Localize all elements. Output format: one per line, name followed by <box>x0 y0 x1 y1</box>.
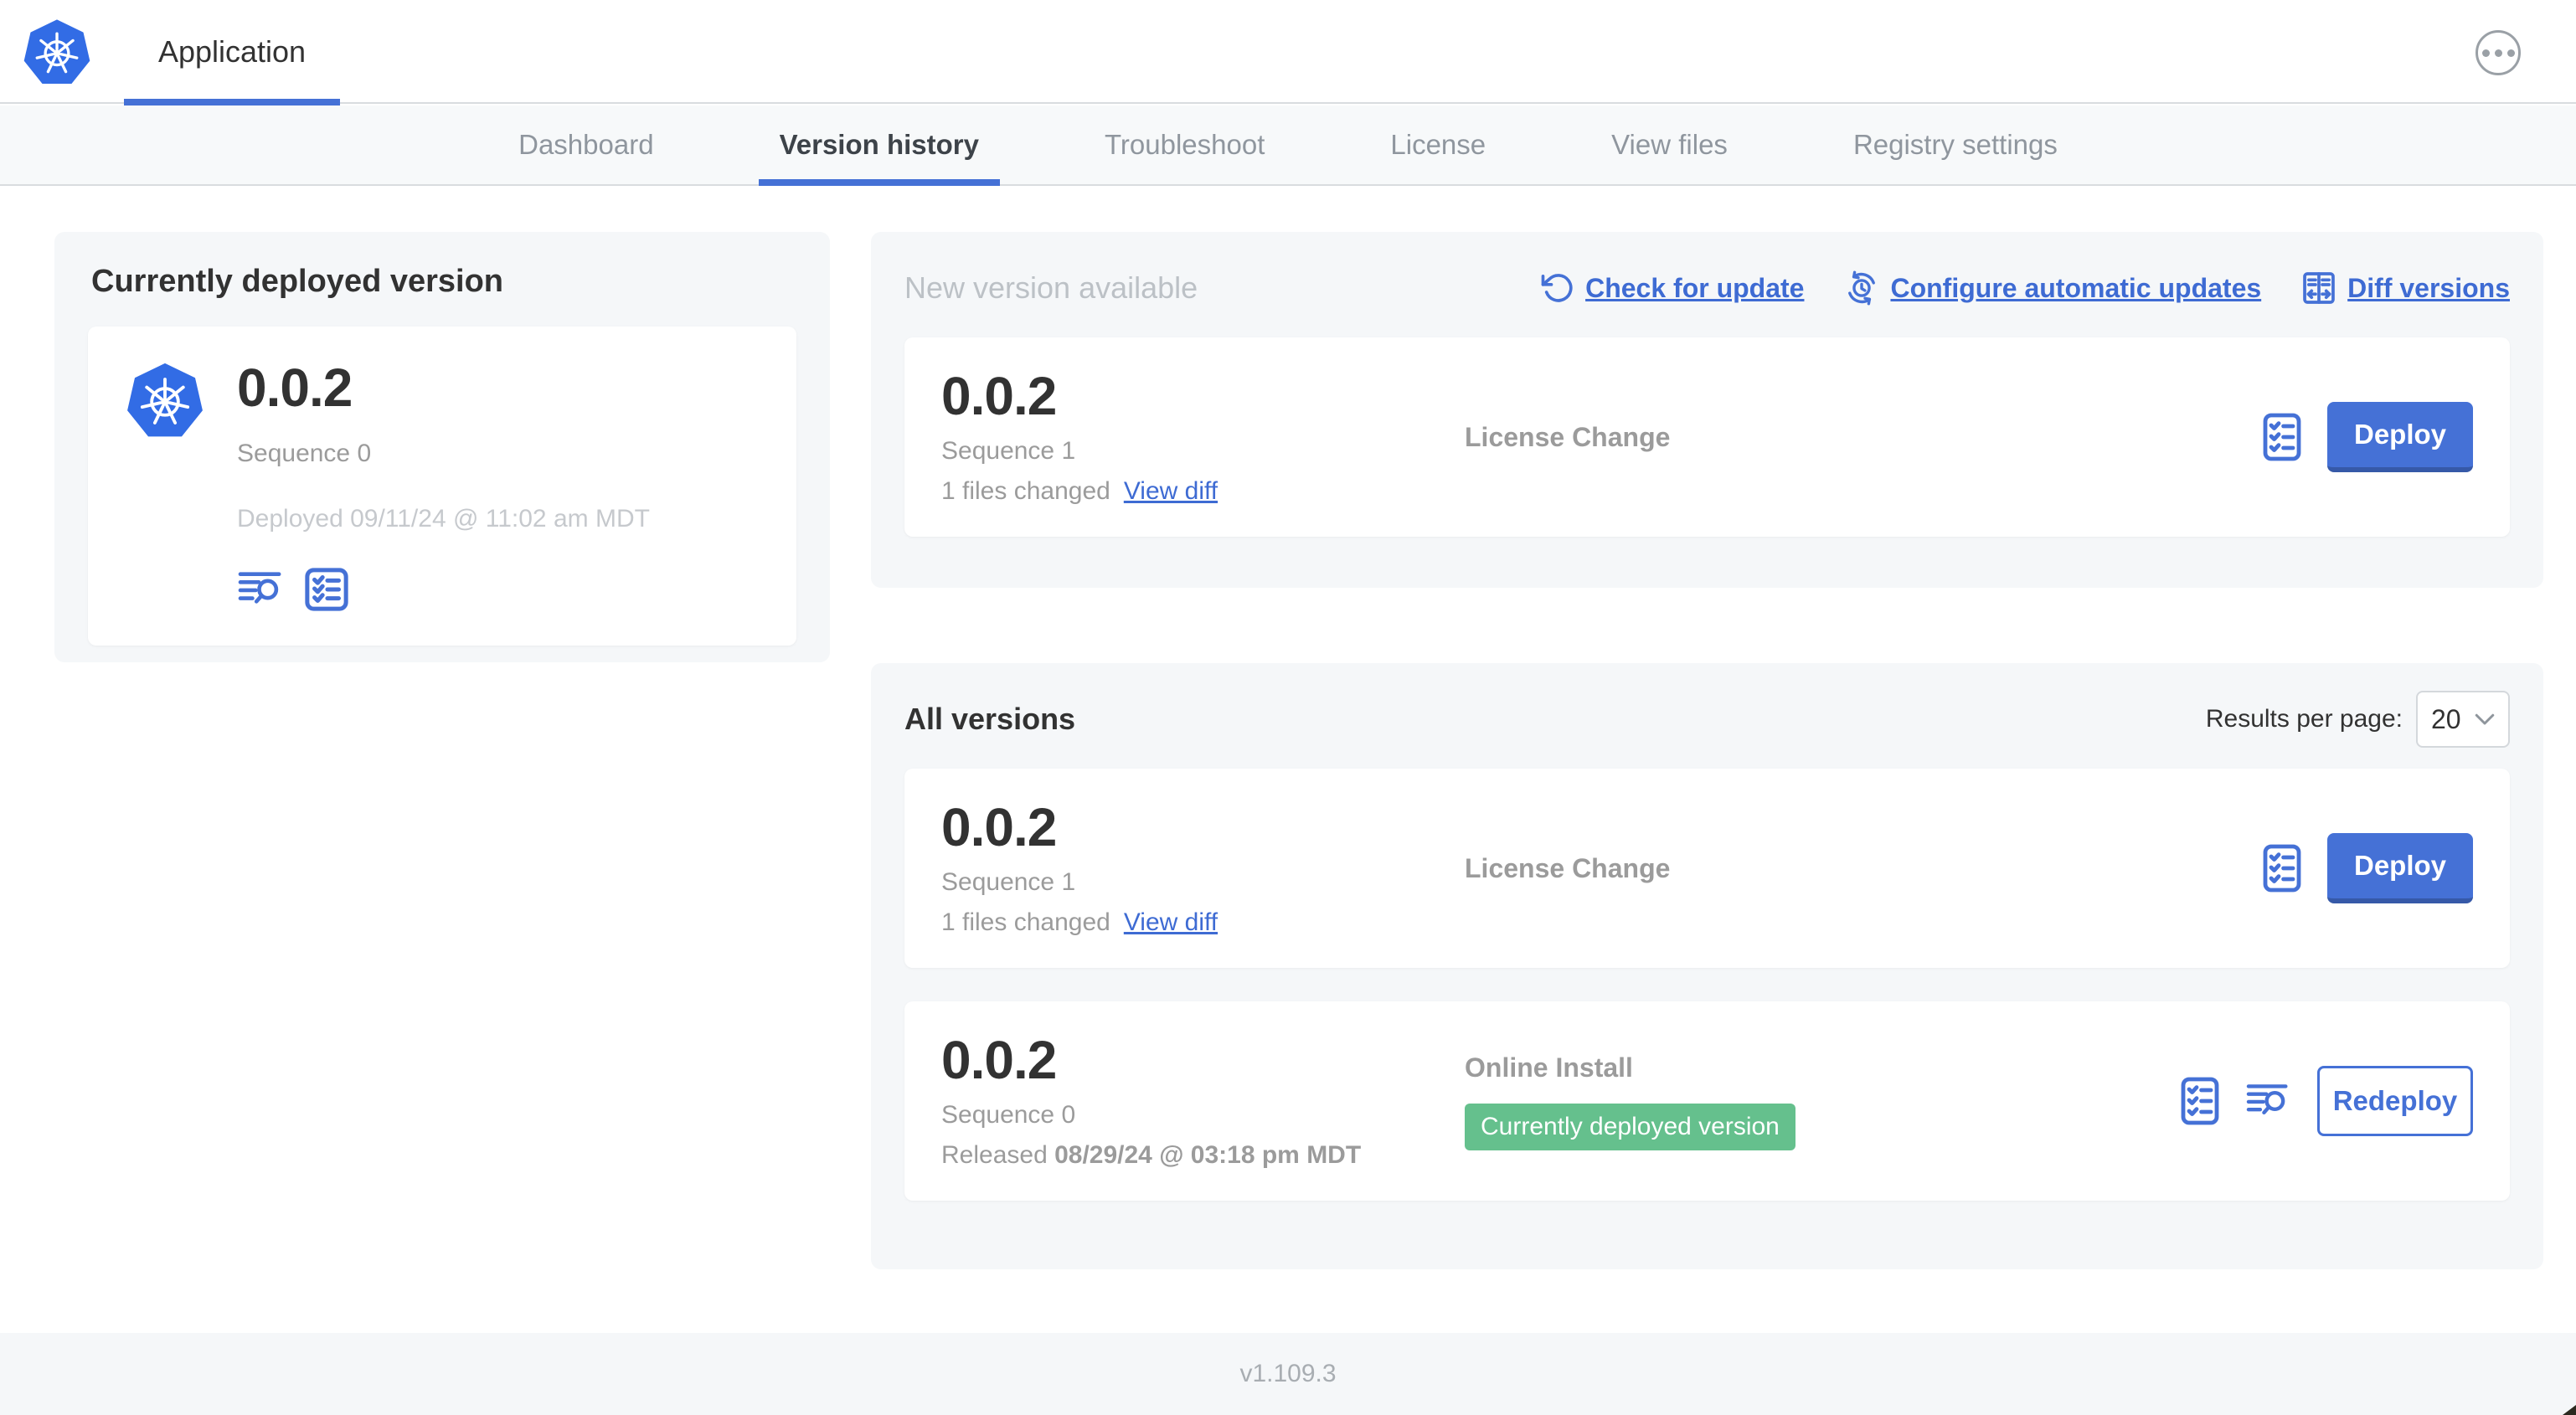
deployed-version-info: 0.0.2 Sequence 0 Deployed 09/11/24 @ 11:… <box>237 358 650 612</box>
version-source: License Change <box>1465 422 2262 453</box>
version-number: 0.0.2 <box>941 366 1057 427</box>
kots-admin-version-history-page: Application Dashboard Version history Tr… <box>0 0 2576 1415</box>
released-label: Released 08/29/24 @ 03:18 pm MDT <box>941 1140 1362 1169</box>
version-info: 0.0.2 Sequence 1 1 files changed View di… <box>941 800 1465 936</box>
version-sequence: Sequence 1 <box>941 436 1076 465</box>
version-sequence: Sequence 1 <box>941 867 1076 896</box>
version-source: License Change <box>1465 853 2262 884</box>
tab-dashboard[interactable]: Dashboard <box>497 105 674 184</box>
top-bar: Application <box>0 0 2576 105</box>
all-versions-heading: All versions <box>904 702 1076 736</box>
app-tab-label: Application <box>157 34 307 69</box>
source-label: License Change <box>1465 421 1671 452</box>
admin-console-version: v1.109.3 <box>1239 1360 1337 1387</box>
tab-registry-settings[interactable]: Registry settings <box>1832 105 2079 184</box>
currently-deployed-badge: Currently deployed version <box>1465 1103 1795 1150</box>
currently-deployed-title: Currently deployed version <box>91 264 504 299</box>
version-actions: Deploy <box>2262 833 2473 903</box>
currently-deployed-card: 0.0.2 Sequence 0 Deployed 09/11/24 @ 11:… <box>88 327 796 646</box>
version-sequence: Sequence 0 <box>941 1100 1076 1129</box>
preflight-checks-icon[interactable] <box>304 567 349 612</box>
version-number: 0.0.2 <box>941 797 1057 858</box>
kubernetes-logo-icon <box>22 17 92 87</box>
files-changed-label: 1 files changed <box>941 476 1110 505</box>
deployed-card-actions <box>237 567 650 612</box>
deploy-button[interactable]: Deploy <box>2327 833 2473 903</box>
tab-view-files[interactable]: View files <box>1590 105 1749 184</box>
version-row: 0.0.2 Sequence 1 1 files changed View di… <box>904 769 2510 968</box>
deployed-sequence: Sequence 0 <box>237 440 372 468</box>
ellipsis-icon <box>2481 49 2490 57</box>
preflight-checks-icon[interactable] <box>2180 1076 2220 1126</box>
view-diff-link[interactable]: View diff <box>1124 477 1218 506</box>
tab-troubleshoot[interactable]: Troubleshoot <box>1084 105 1285 184</box>
corner-artifact <box>2563 1405 2576 1415</box>
files-changed-label: 1 files changed <box>941 908 1110 936</box>
footer: v1.109.3 <box>0 1333 2576 1415</box>
version-actions: Deploy <box>2262 402 2473 472</box>
app-tab-active-underline <box>124 99 340 105</box>
app-icon <box>125 360 205 440</box>
check-for-update-link[interactable]: Check for update <box>1541 271 1804 305</box>
preflight-checks-icon[interactable] <box>2262 843 2302 893</box>
new-version-section: New version available Check for update C… <box>871 232 2543 588</box>
source-label: License Change <box>1465 852 1671 883</box>
version-actions: Redeploy <box>2180 1066 2473 1136</box>
version-info: 0.0.2 Sequence 0 Released 08/29/24 @ 03:… <box>941 1032 1465 1169</box>
new-version-header: New version available Check for update C… <box>904 260 2510 316</box>
deployed-version-number: 0.0.2 <box>237 358 353 418</box>
new-version-heading: New version available <box>904 270 1198 305</box>
all-versions-header: All versions Results per page: 20 <box>904 691 2510 748</box>
version-row: 0.0.2 Sequence 0 Released 08/29/24 @ 03:… <box>904 1001 2510 1201</box>
app-tab[interactable]: Application <box>124 0 340 105</box>
deploy-logs-icon[interactable] <box>237 569 286 610</box>
version-source: Online Install Currently deployed versio… <box>1465 1052 2180 1150</box>
preflight-checks-icon[interactable] <box>2262 412 2302 462</box>
auto-update-clock-icon <box>1848 270 1876 306</box>
version-number: 0.0.2 <box>941 1030 1057 1091</box>
right-column: New version available Check for update C… <box>871 232 2543 1269</box>
chevron-down-icon <box>2475 713 2495 724</box>
results-per-page: Results per page: 20 <box>2206 691 2510 748</box>
tab-version-history[interactable]: Version history <box>758 105 1001 186</box>
deploy-logs-icon[interactable] <box>2245 1081 2292 1121</box>
deployed-timestamp: Deployed 09/11/24 @ 11:02 am MDT <box>237 505 650 533</box>
redeploy-button[interactable]: Redeploy <box>2317 1066 2473 1136</box>
refresh-ccw-icon <box>1541 274 1573 302</box>
tab-license[interactable]: License <box>1369 105 1507 184</box>
new-version-card: 0.0.2 Sequence 1 1 files changed View di… <box>904 337 2510 537</box>
diff-icon <box>2303 272 2335 304</box>
released-row: Released 08/29/24 @ 03:18 pm MDT <box>941 1141 1465 1170</box>
files-changed-row: 1 files changed View diff <box>941 908 1465 937</box>
version-info: 0.0.2 Sequence 1 1 files changed View di… <box>941 368 1465 505</box>
files-changed-row: 1 files changed View diff <box>941 477 1465 506</box>
deploy-button[interactable]: Deploy <box>2327 402 2473 472</box>
currently-deployed-panel: Currently deployed version 0.0.2 Sequenc… <box>54 232 830 662</box>
results-per-page-select[interactable]: 20 <box>2416 691 2510 748</box>
configure-automatic-updates-link[interactable]: Configure automatic updates <box>1844 270 2261 306</box>
source-label: Online Install <box>1465 1052 1633 1083</box>
all-versions-section: All versions Results per page: 20 0.0.2 … <box>871 663 2543 1269</box>
view-diff-link[interactable]: View diff <box>1124 908 1218 937</box>
diff-versions-link[interactable]: Diff versions <box>2301 270 2510 306</box>
overflow-menu-button[interactable] <box>2476 30 2521 75</box>
results-per-page-label: Results per page: <box>2205 705 2403 733</box>
version-actions: Check for update Configure automatic upd… <box>1541 270 2510 306</box>
app-sub-nav: Dashboard Version history Troubleshoot L… <box>0 105 2576 186</box>
